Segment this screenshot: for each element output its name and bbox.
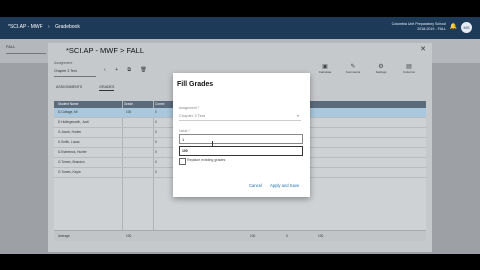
column-header-comments[interactable]: Comm [155,102,164,106]
breadcrumb-separator: › [48,24,50,30]
student-name: G.Tomes, Brandon [58,160,85,164]
student-name: G.Tomes, Kayla [58,170,81,174]
copy-icon[interactable]: ⧉ [127,67,131,73]
tab-grades[interactable]: GRADES [99,85,115,91]
letterbox-bottom [0,254,480,270]
assignment-label: Assignment * [179,106,199,110]
apply-and-save-button[interactable]: Apply and Save [270,183,299,188]
assignment-select[interactable]: Chapter 3 Test ▾ [179,111,301,121]
average-row: Average 100 100 0 100 [54,230,426,241]
column-header-grade[interactable]: Grade [124,102,133,106]
columns-button[interactable]: ▤ Columns [398,63,420,74]
comment-count: 0 [155,130,157,134]
breadcrumb: *SCI.AP - MWF › Gradebook [8,24,80,30]
comment-count: 0 [155,150,157,154]
comment-count: 0 [155,160,157,164]
value-input[interactable]: 1 [179,134,303,144]
delete-icon[interactable]: 🗑 [140,67,146,73]
term-selector-underline [6,53,46,54]
term-selector[interactable]: FALL [6,44,15,49]
previous-icon[interactable]: ‹ [104,67,106,73]
screen: *SCI.AP - MWF › Gradebook Columbia Unit … [0,0,480,270]
filter-label: Assignment [54,61,73,65]
columns-icon: ▤ [406,64,412,70]
term-name: 2018-2019 - FALL [417,27,446,31]
breadcrumb-course[interactable]: *SCI.AP - MWF [8,24,43,30]
comment-count: 0 [155,140,157,144]
comments-icon: ✎ [350,64,356,70]
add-icon[interactable]: + [115,67,118,73]
student-name: D.Cottage, Mi [58,110,78,114]
comment-count: 0 [155,110,157,114]
replace-grades-label[interactable]: Replace existing grades [187,158,225,162]
average-value: 100 [318,234,324,238]
top-app-bar: *SCI.AP - MWF › Gradebook Columbia Unit … [0,17,480,39]
page-title: *SCI.AP - MWF > FALL [66,46,145,55]
grade-tools: ‹ + ⧉ 🗑 [104,67,155,73]
tab-assignments[interactable]: ASSIGNMENTS [56,85,82,89]
student-name: K.Smith, Lucas [58,140,80,144]
calculate-button[interactable]: ▣ Calculate [314,63,336,74]
replace-grades-checkbox[interactable] [179,158,186,165]
gradebook-header: *SCI.AP - MWF > FALL ✕ [48,43,432,57]
average-value: 100 [126,234,132,238]
comment-count: 0 [155,170,157,174]
value-autocomplete[interactable]: 100 [179,146,303,156]
student-name: D.Hollingsworth, Justi [58,120,89,124]
assignment-value: Chapter 3 Test [179,113,205,118]
chevron-down-icon: ▾ [296,113,299,118]
toolbar-icons: ▣ Calculate ✎ Comments ⚙ Settings ▤ Columns [314,63,424,83]
text-cursor [212,141,216,147]
cancel-button[interactable]: Cancel [249,183,262,188]
tab-bar: ASSIGNMENTS GRADES [56,85,130,91]
close-icon[interactable]: ✕ [420,45,426,53]
notifications-icon[interactable]: 🔔 [449,23,458,32]
average-value: 100 [250,234,256,238]
value-label: Value * [179,129,190,133]
comment-count: 0 [155,120,157,124]
school-info: Columbia Unit Preparatory School 2018-20… [392,22,446,32]
average-label: Average [58,234,70,238]
average-value: 0 [286,234,288,238]
column-header-student[interactable]: Student Name [58,102,78,106]
avatar[interactable]: MS [461,22,472,33]
fill-grades-dialog: Fill Grades Assignment * Chapter 3 Test … [173,73,310,197]
gear-icon: ⚙ [378,64,384,70]
comments-button[interactable]: ✎ Comments [342,63,364,74]
settings-button[interactable]: ⚙ Settings [370,63,392,74]
calculate-icon: ▣ [322,64,328,70]
breadcrumb-page[interactable]: Gradebook [55,24,80,30]
student-name: D.Esteemos, Hunter [58,150,87,154]
filter-select[interactable]: Chapter 3 Test [54,67,96,77]
dialog-title: Fill Grades [177,81,214,88]
student-name: G.Jacob, Hunter [58,130,82,134]
grade-cell[interactable]: 100 [126,110,131,114]
